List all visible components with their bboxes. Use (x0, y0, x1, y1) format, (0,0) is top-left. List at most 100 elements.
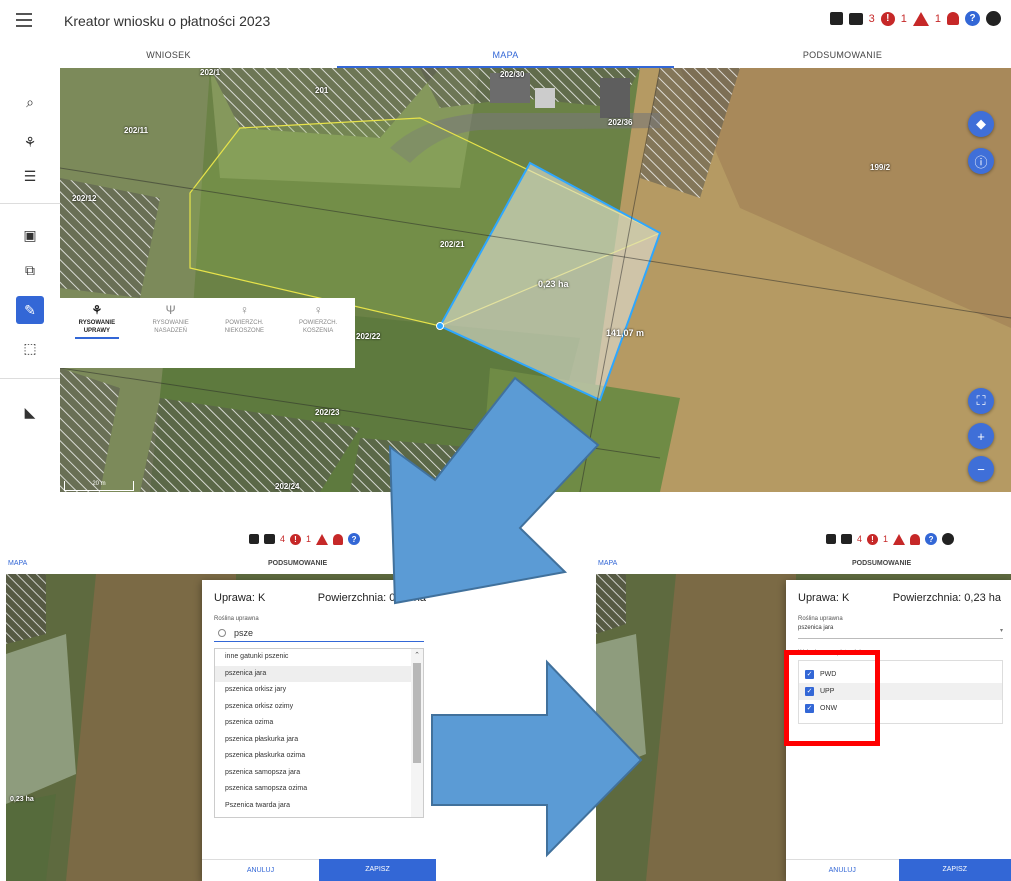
app-title: Kreator wniosku o płatności 2023 (64, 13, 271, 29)
tractor-icon[interactable]: ⚘ (18, 130, 42, 154)
uncut-area-button[interactable]: ♀ POWIERZCH. NIEKOSZONE (208, 298, 282, 368)
parcel-label: 202/36 (608, 118, 633, 127)
toolbar-divider (0, 203, 60, 204)
main-tabs: MAPA PODSUMOWANIE (596, 554, 1011, 574)
save-icon[interactable] (249, 534, 259, 544)
parcel-label: 202/11 (124, 126, 149, 135)
sprout-icon: Ψ (165, 303, 176, 317)
dropdown-option[interactable]: pszenica ozima (215, 715, 423, 732)
map-canvas (60, 68, 1011, 492)
draw-panel: ⚘ RYSOWANIE UPRAWY Ψ RYSOWANIE NASADZEŃ … (60, 298, 355, 368)
dropdown-option[interactable]: pszenica orkisz jary (215, 682, 423, 699)
tab-podsumowanie[interactable]: PODSUMOWANIE (268, 560, 327, 567)
crop-area: Powierzchnia: 0,23 ha (317, 592, 426, 604)
dropdown-option-selected[interactable]: pszenica jara (215, 665, 423, 682)
zoom-out-icon[interactable]: − (968, 456, 994, 482)
scale-bar: 20 m (64, 481, 134, 491)
save-button[interactable]: ZAPISZ (319, 859, 436, 881)
save-icon[interactable] (826, 534, 836, 544)
dropdown-option[interactable]: inne gatunki pszenic (215, 649, 423, 666)
parcel-label: 202/24 (275, 482, 300, 491)
save-icon[interactable] (829, 12, 843, 25)
dropdown-option[interactable]: pszenica samopsza jara (215, 765, 423, 782)
dropdown-scrollbar[interactable]: ⌃ (411, 649, 423, 817)
highlight-box (784, 650, 880, 746)
main-tabs: WNIOSEK MAPA PODSUMOWANIE (0, 44, 1011, 68)
tab-mapa[interactable]: MAPA (337, 44, 674, 68)
chevron-up-icon[interactable]: ⌃ (414, 651, 420, 659)
fullscreen-icon[interactable]: ⛶ (968, 388, 994, 414)
crop-dialog: Uprawa: K Powierzchnia: 0,23 ha Roślina … (202, 580, 436, 881)
help-icon[interactable]: ? (348, 533, 361, 545)
user-icon[interactable] (986, 11, 1001, 26)
zoom-in-icon[interactable]: + (968, 423, 994, 449)
dropdown-option[interactable]: pszenica płaskurka jara (215, 732, 423, 749)
dialog-footer: ANULUJ ZAPISZ (786, 859, 1011, 881)
warning-count: 1 (900, 12, 907, 25)
mowing-area-button[interactable]: ♀ POWIERZCH. KOSZENIA (281, 298, 355, 368)
crop-select-value: pszenica jara (798, 625, 834, 631)
layers-icon[interactable]: ◆ (968, 111, 994, 137)
error-icon[interactable]: ! (880, 11, 895, 26)
dropdown-option[interactable]: pszenica płaskurka ozima (215, 748, 423, 765)
dialog-header: Uprawa: K Powierzchnia: 0,23 ha (214, 592, 426, 604)
dialog-footer: ANULUJ ZAPISZ (202, 859, 436, 881)
crop-area: Powierzchnia: 0,23 ha (892, 592, 1001, 604)
cancel-button[interactable]: ANULUJ (202, 859, 319, 881)
print-icon[interactable] (264, 534, 275, 544)
crop-area-icon[interactable]: ⬚ (18, 336, 42, 360)
select-parcel-icon[interactable]: ▣ (18, 223, 42, 247)
measure-icon[interactable]: ◣ (18, 400, 42, 424)
crop-select[interactable]: pszenica jara ▾ (798, 625, 1003, 639)
search-icon[interactable]: ⌕ (18, 90, 42, 114)
tab-wniosek[interactable]: WNIOSEK (0, 44, 337, 68)
scrollbar-thumb[interactable] (413, 663, 421, 763)
tab-mapa[interactable]: MAPA (8, 560, 27, 567)
bell-icon[interactable] (333, 533, 344, 545)
crop-code: Uprawa: K (798, 592, 850, 604)
help-icon[interactable]: ? (965, 11, 980, 26)
parcel-label: 199/2 (870, 163, 891, 172)
copy-icon[interactable]: ⧉ (18, 258, 42, 282)
error-icon[interactable]: ! (867, 533, 879, 545)
print-icon[interactable] (848, 12, 863, 25)
menu-icon[interactable] (16, 13, 32, 27)
tab-podsumowanie[interactable]: PODSUMOWANIE (852, 560, 911, 567)
dropdown-option[interactable]: Pszenica twarda jara (215, 798, 423, 815)
pencil-icon[interactable]: ✎ (16, 296, 44, 324)
dropdown-option[interactable]: pszenica samopsza ozima (215, 781, 423, 798)
dropdown-option[interactable]: pszenica orkisz ozimy (215, 699, 423, 716)
parcel-label: 202/1 (200, 68, 221, 77)
tab-mapa[interactable]: MAPA (598, 560, 617, 567)
draw-crop-button[interactable]: ⚘ RYSOWANIE UPRAWY (60, 298, 134, 368)
parcel-label: 202/23 (315, 408, 340, 417)
crop-code: Uprawa: K (214, 592, 266, 604)
draw-planting-button[interactable]: Ψ RYSOWANIE NASADZEŃ (134, 298, 208, 368)
warning-icon[interactable] (912, 11, 929, 26)
crop-dropdown-list: inne gatunki pszenic pszenica jara pszen… (214, 648, 424, 818)
warning-icon[interactable] (893, 533, 906, 545)
warning-icon[interactable] (316, 533, 329, 545)
user-icon[interactable] (942, 533, 955, 545)
warning-count: 1 (306, 534, 312, 544)
bell-icon[interactable] (947, 12, 959, 25)
cancel-button[interactable]: ANULUJ (786, 859, 899, 881)
map-view[interactable]: 202/1 201 202/30 202/11 202/36 199/2 202… (60, 68, 1011, 492)
plant-icon: ⚘ (91, 303, 103, 317)
error-icon[interactable]: ! (290, 533, 302, 545)
crop-search-input[interactable]: psze (214, 624, 424, 642)
length-label: 141,07 m (606, 328, 645, 338)
save-button[interactable]: ZAPISZ (898, 859, 1011, 881)
pin-icon: ♀ (239, 303, 249, 317)
help-icon[interactable]: ? (925, 533, 938, 545)
tab-podsumowanie[interactable]: PODSUMOWANIE (674, 44, 1011, 68)
parcel-label: 201 (315, 86, 329, 95)
dialog-header: Uprawa: K Powierzchnia: 0,23 ha (798, 592, 1001, 604)
area-label: 0,23 ha (10, 796, 34, 803)
list-icon[interactable]: ☰ (18, 164, 42, 188)
info-icon[interactable]: ⓘ (968, 148, 994, 174)
search-value: psze (234, 627, 254, 638)
header-toolbar: 4 ! 1 ? (249, 533, 361, 545)
print-icon[interactable] (841, 534, 852, 544)
bell-icon[interactable] (910, 533, 921, 545)
